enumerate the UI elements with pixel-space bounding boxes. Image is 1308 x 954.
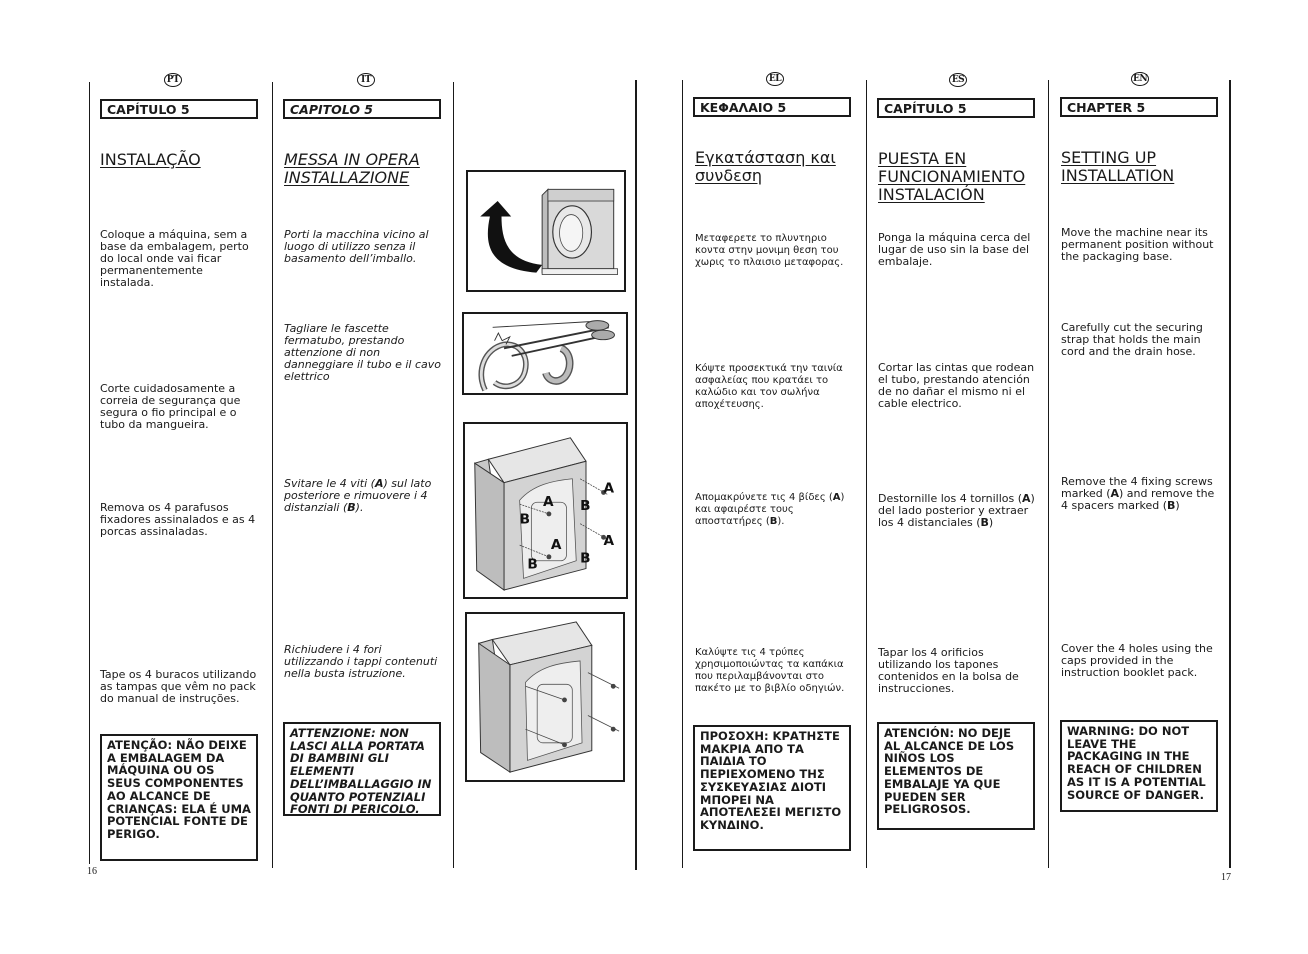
step-3-el: Απομακρύνετε τις 4 βίδες (A) και αφαιρέσ… [695,492,845,527]
marker-b: B [769,516,778,527]
step-4-pt: Tape os 4 buracos utilizando as tampas q… [100,668,257,705]
figure-move-machine [466,170,626,292]
page-number-right: 17 [1221,872,1231,883]
language-badge-it: IT [357,73,375,87]
washing-machine-move-arrow-illustration [480,188,618,275]
section-title-es: PUESTA EN FUNCIONAMIENTO INSTALACIÓN [878,149,1026,204]
language-badge-es: ES [949,73,967,87]
label-a: A [604,480,615,496]
chapter-heading-es: CAPÍTULO 5 [877,98,1035,118]
section-title-it: MESSA IN OPERA INSTALLAZIONE [284,150,420,187]
chapter-heading-pt: CAPÍTULO 5 [100,99,258,119]
language-badge-pt: PT [164,73,182,87]
language-badge-el: EL [766,72,784,86]
language-badge-en: EN [1131,72,1149,86]
figure-cover-holes [465,612,625,782]
step-3-pt: Remova os 4 parafusos fixadores assinala… [100,501,256,538]
step-4-en: Cover the 4 holes using the caps provide… [1061,642,1213,679]
step-4-es: Tapar los 4 orificios utilizando los tap… [878,646,1019,695]
step-1-pt: Coloque a máquina, sem a base da embalag… [100,228,249,289]
rear-panel-screws-spacers-illustration: A A A A B B B B [474,437,615,591]
step-3-en: Remove the 4 fixing screws marked (A) an… [1061,475,1215,512]
column-divider [453,82,454,868]
warning-box-el: ΠΡΟΣΟΧΗ: ΚΡΑΤΗΣΤΕ ΜΑΚΡΙΑ ΑΠΟ ΤΑ ΠΑΙΔΙΑ Τ… [693,725,851,851]
column-divider [89,82,90,864]
marker-a: A [1110,487,1120,500]
section-title-pt: INSTALAÇÃO [100,150,201,169]
step-4-el: Καλύψτε τις 4 τρύπες χρησιμοποιώντας τα … [695,647,845,694]
page-edge-divider [1229,80,1231,868]
step-4-it: Richiudere i 4 fori utilizzando i tappi … [284,643,438,680]
label-a: A [551,537,562,553]
column-divider [272,82,273,868]
chapter-heading-it: CAPITOLO 5 [283,99,441,119]
label-b: B [527,557,537,573]
marker-a: A [1022,492,1031,505]
marker-a: A [832,492,841,503]
label-b: B [580,498,590,514]
figure-rear-screws: A A A A B B B B [463,422,628,599]
warning-box-en: WARNING: DO NOT LEAVE THE PACKAGING IN T… [1060,720,1218,812]
step-3-it: Svitare le 4 viti (A) sul lato posterior… [284,477,432,514]
section-title-el: Εγκατάσταση και συνδεση [695,148,836,185]
page-number-left: 16 [87,866,97,877]
label-b: B [520,512,530,528]
step-2-el: Κόψτε προσεκτικά την ταινία ασφαλείας πο… [695,363,843,410]
column-divider [682,80,683,868]
warning-box-it: ATTENZIONE: NON LASCI ALLA PORTATA DI BA… [283,722,441,816]
warning-box-es: ATENCIÓN: NO DEJE AL ALCANCE DE LOS NIÑO… [877,722,1035,830]
warning-box-pt: ATENÇÃO: NÃO DEIXE A EMBALAGEM DA MÁQUIN… [100,734,258,861]
chapter-heading-en: CHAPTER 5 [1060,97,1218,117]
step-1-en: Move the machine near its permanent posi… [1061,226,1214,263]
step-1-it: Porti la macchina vicino al luogo di uti… [284,228,429,265]
step-2-es: Cortar las cintas que rodean el tubo, pr… [878,361,1035,410]
scissors-cutting-strap-illustration [478,320,615,392]
rear-panel-caps-illustration [478,621,620,773]
step-1-es: Ponga la máquina cerca del lugar de uso … [878,231,1031,268]
marker-b: B [347,501,356,514]
step-2-pt: Corte cuidadosamente a correia de segura… [100,382,241,431]
column-divider [866,80,867,868]
figure-cut-strap [462,312,628,395]
step-2-en: Carefully cut the securing strap that ho… [1061,321,1203,358]
column-divider [1048,80,1049,868]
label-b: B [580,551,590,567]
page-edge-divider [635,80,637,870]
section-title-en: SETTING UP INSTALLATION [1061,148,1175,185]
marker-b: B [1167,499,1176,512]
marker-b: B [980,516,989,529]
step-3-es: Destornille los 4 tornillos (A) del lado… [878,492,1035,529]
step-1-el: Μεταφερετε το πλυντηριο κοντα στην μονιμ… [695,233,844,268]
label-a: A [543,494,554,510]
label-a: A [604,533,615,549]
chapter-heading-el: ΚΕΦΑΛΑΙΟ 5 [693,97,851,117]
step-2-it: Tagliare le fascette fermatubo, prestand… [284,322,441,383]
marker-a: A [374,477,384,490]
